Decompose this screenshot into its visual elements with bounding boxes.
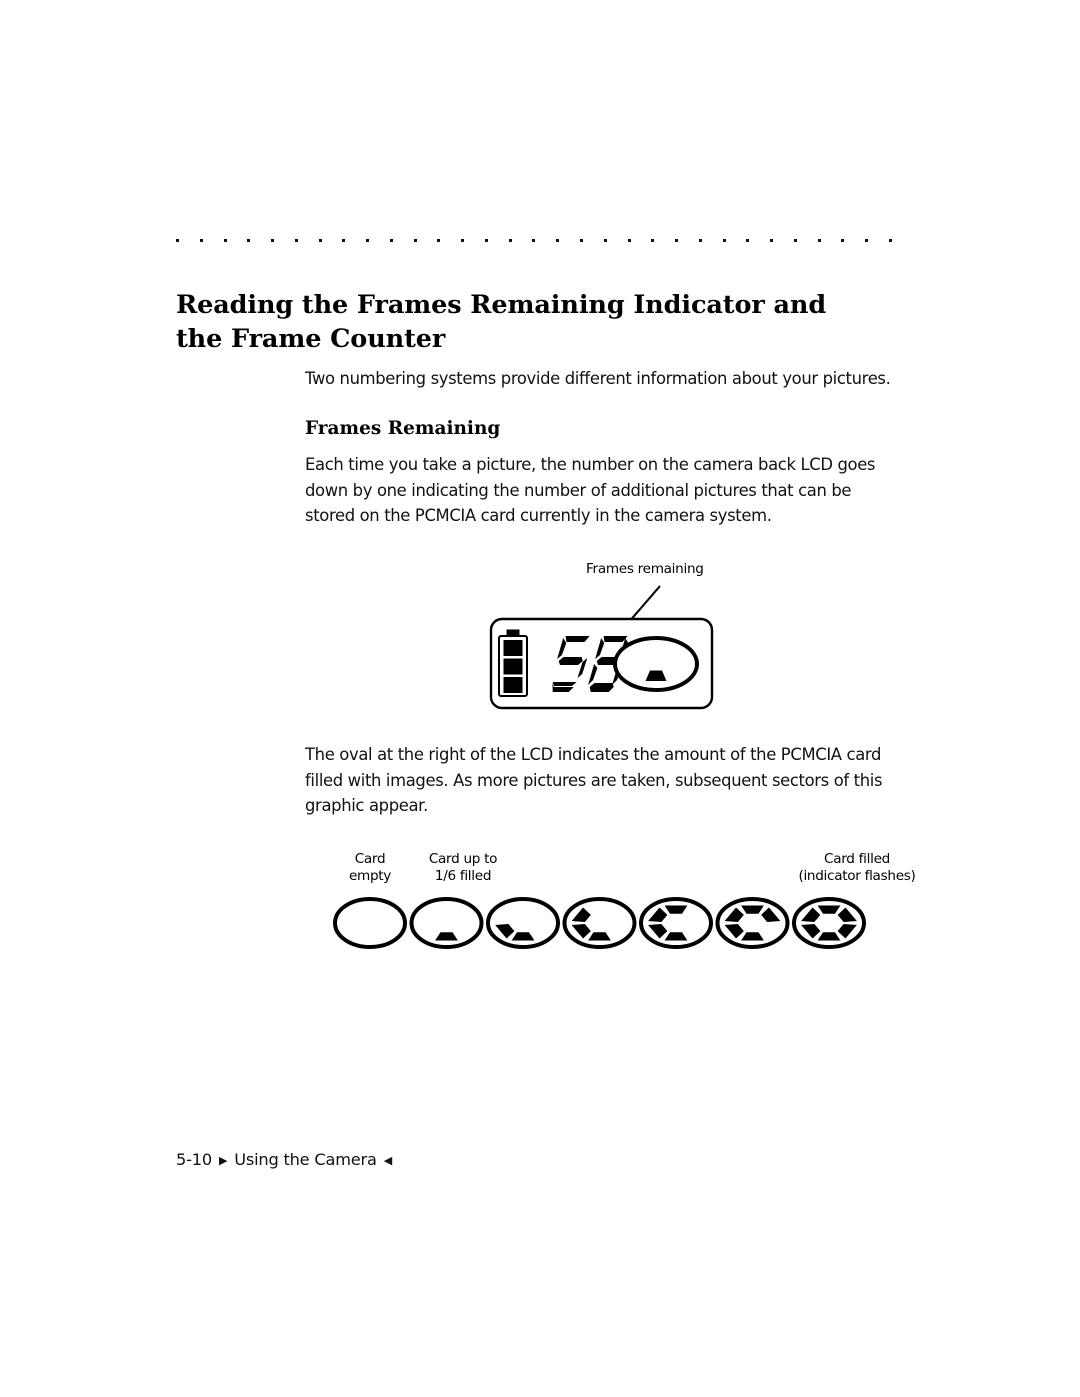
rule-dot [817, 238, 821, 242]
caption-card-one-sixth: Card up to 1/6 filled [398, 851, 528, 884]
rule-dot [318, 238, 322, 242]
rule-dot [199, 238, 203, 242]
card-fill-sector [801, 907, 821, 922]
rule-dot [580, 238, 584, 242]
rule-dot [223, 238, 227, 242]
caption-line: Card up to [428, 851, 498, 867]
page-footer: 5-10 ▶ Using the Camera ◀ [176, 1150, 392, 1169]
frames-remaining-paragraph: Each time you take a picture, the number… [305, 452, 920, 529]
card-fill-oval [792, 897, 866, 949]
rule-dot [461, 238, 465, 242]
rule-dot [770, 238, 774, 242]
rule-dot [176, 238, 179, 242]
oval-paragraph-line: The oval at the right of the LCD indicat… [305, 745, 882, 764]
rule-dot [698, 238, 702, 242]
page-title: Reading the Frames Remaining Indicator a… [176, 288, 876, 356]
lcd-illustration: Frames remaining [480, 556, 730, 716]
card-fill-sector [801, 924, 821, 939]
section-subheading: Frames Remaining [305, 418, 501, 439]
rule-dot [722, 238, 726, 242]
triangle-right-icon: ▶ [218, 1154, 228, 1167]
card-fill-sector [724, 907, 744, 922]
oval-paragraph-line: filled with images. As more pictures are… [305, 770, 883, 790]
card-fill-oval [639, 897, 713, 949]
page-title-line-1: Reading the Frames Remaining Indicator a… [176, 290, 827, 320]
rule-dot [651, 238, 655, 242]
rule-dot [271, 238, 275, 242]
card-fill-oval [486, 897, 560, 949]
rule-dot [294, 238, 298, 242]
caption-card-filled: Card filled (indicator flashes) [772, 851, 942, 884]
footer-page-number: 5-10 [176, 1150, 212, 1169]
triangle-left-icon: ◀ [383, 1154, 392, 1167]
card-fill-sector [648, 907, 668, 922]
rule-dot [437, 238, 441, 242]
card-fill-sector [741, 905, 764, 914]
card-fill-indicator [613, 636, 699, 692]
card-fill-oval-series [333, 897, 866, 949]
card-fill-oval-outline [333, 897, 407, 949]
footer-chapter-title: Using the Camera [234, 1150, 377, 1169]
rule-dot [508, 238, 512, 242]
rule-dot [532, 238, 536, 242]
rule-dot [888, 238, 892, 242]
card-fill-sector [761, 907, 781, 922]
oval-explanation-paragraph: The oval at the right of the LCD indicat… [305, 742, 920, 819]
rule-dot [413, 238, 417, 242]
rule-dot [675, 238, 679, 242]
rule-dot [603, 238, 607, 242]
rule-dot [841, 238, 845, 242]
frames-paragraph-line: Each time you take a picture, the number… [305, 455, 876, 474]
card-fill-sector [588, 932, 611, 941]
rule-dot [556, 238, 560, 242]
dotted-rule-divider [176, 238, 892, 242]
oval-paragraph-line: graphic appear. [305, 796, 428, 815]
card-fill-oval [333, 897, 407, 949]
page-title-line-2: the Frame Counter [176, 324, 446, 354]
rule-dot [865, 238, 869, 242]
card-fill-sector [741, 932, 764, 941]
card-fill-sector [724, 924, 744, 939]
rule-dot [366, 238, 370, 242]
rule-dot [342, 238, 346, 242]
card-fill-sector [571, 907, 591, 922]
card-fill-sector [495, 924, 515, 939]
card-fill-sector [837, 907, 857, 922]
rule-dot [746, 238, 750, 242]
card-fill-sector [435, 932, 458, 941]
intro-paragraph-line: Two numbering systems provide different … [305, 369, 891, 388]
card-fill-sector [648, 924, 668, 939]
card-fill-sector [511, 932, 535, 941]
card-fill-oval [409, 897, 484, 949]
frames-paragraph-line: down by one indicating the number of add… [305, 480, 852, 500]
card-fill-progression-figure: Card empty Card up to 1/6 filled Card fi… [320, 845, 916, 960]
lcd-display-graphic [489, 585, 714, 710]
card-fill-sector [817, 932, 841, 941]
rule-dot [793, 238, 797, 242]
card-fill-sector [837, 924, 857, 939]
caption-line: 1/6 filled [434, 867, 492, 884]
card-fill-sector [571, 924, 591, 939]
document-page: Reading the Frames Remaining Indicator a… [0, 0, 1080, 1397]
intro-paragraph: Two numbering systems provide different … [305, 366, 920, 392]
card-fill-oval [715, 897, 790, 949]
rule-dot [389, 238, 393, 242]
battery-icon [498, 629, 528, 697]
rule-dot [627, 238, 631, 242]
caption-line: (indicator flashes) [798, 867, 916, 884]
card-fill-sector [817, 905, 841, 914]
card-fill-sector [664, 932, 688, 941]
caption-line: Card filled [824, 851, 890, 867]
card-fill-sector [664, 905, 688, 914]
frames-paragraph-line: stored on the PCMCIA card currently in t… [305, 506, 772, 525]
rule-dot [484, 238, 488, 242]
rule-dot [247, 238, 251, 242]
card-fill-oval [562, 897, 637, 949]
